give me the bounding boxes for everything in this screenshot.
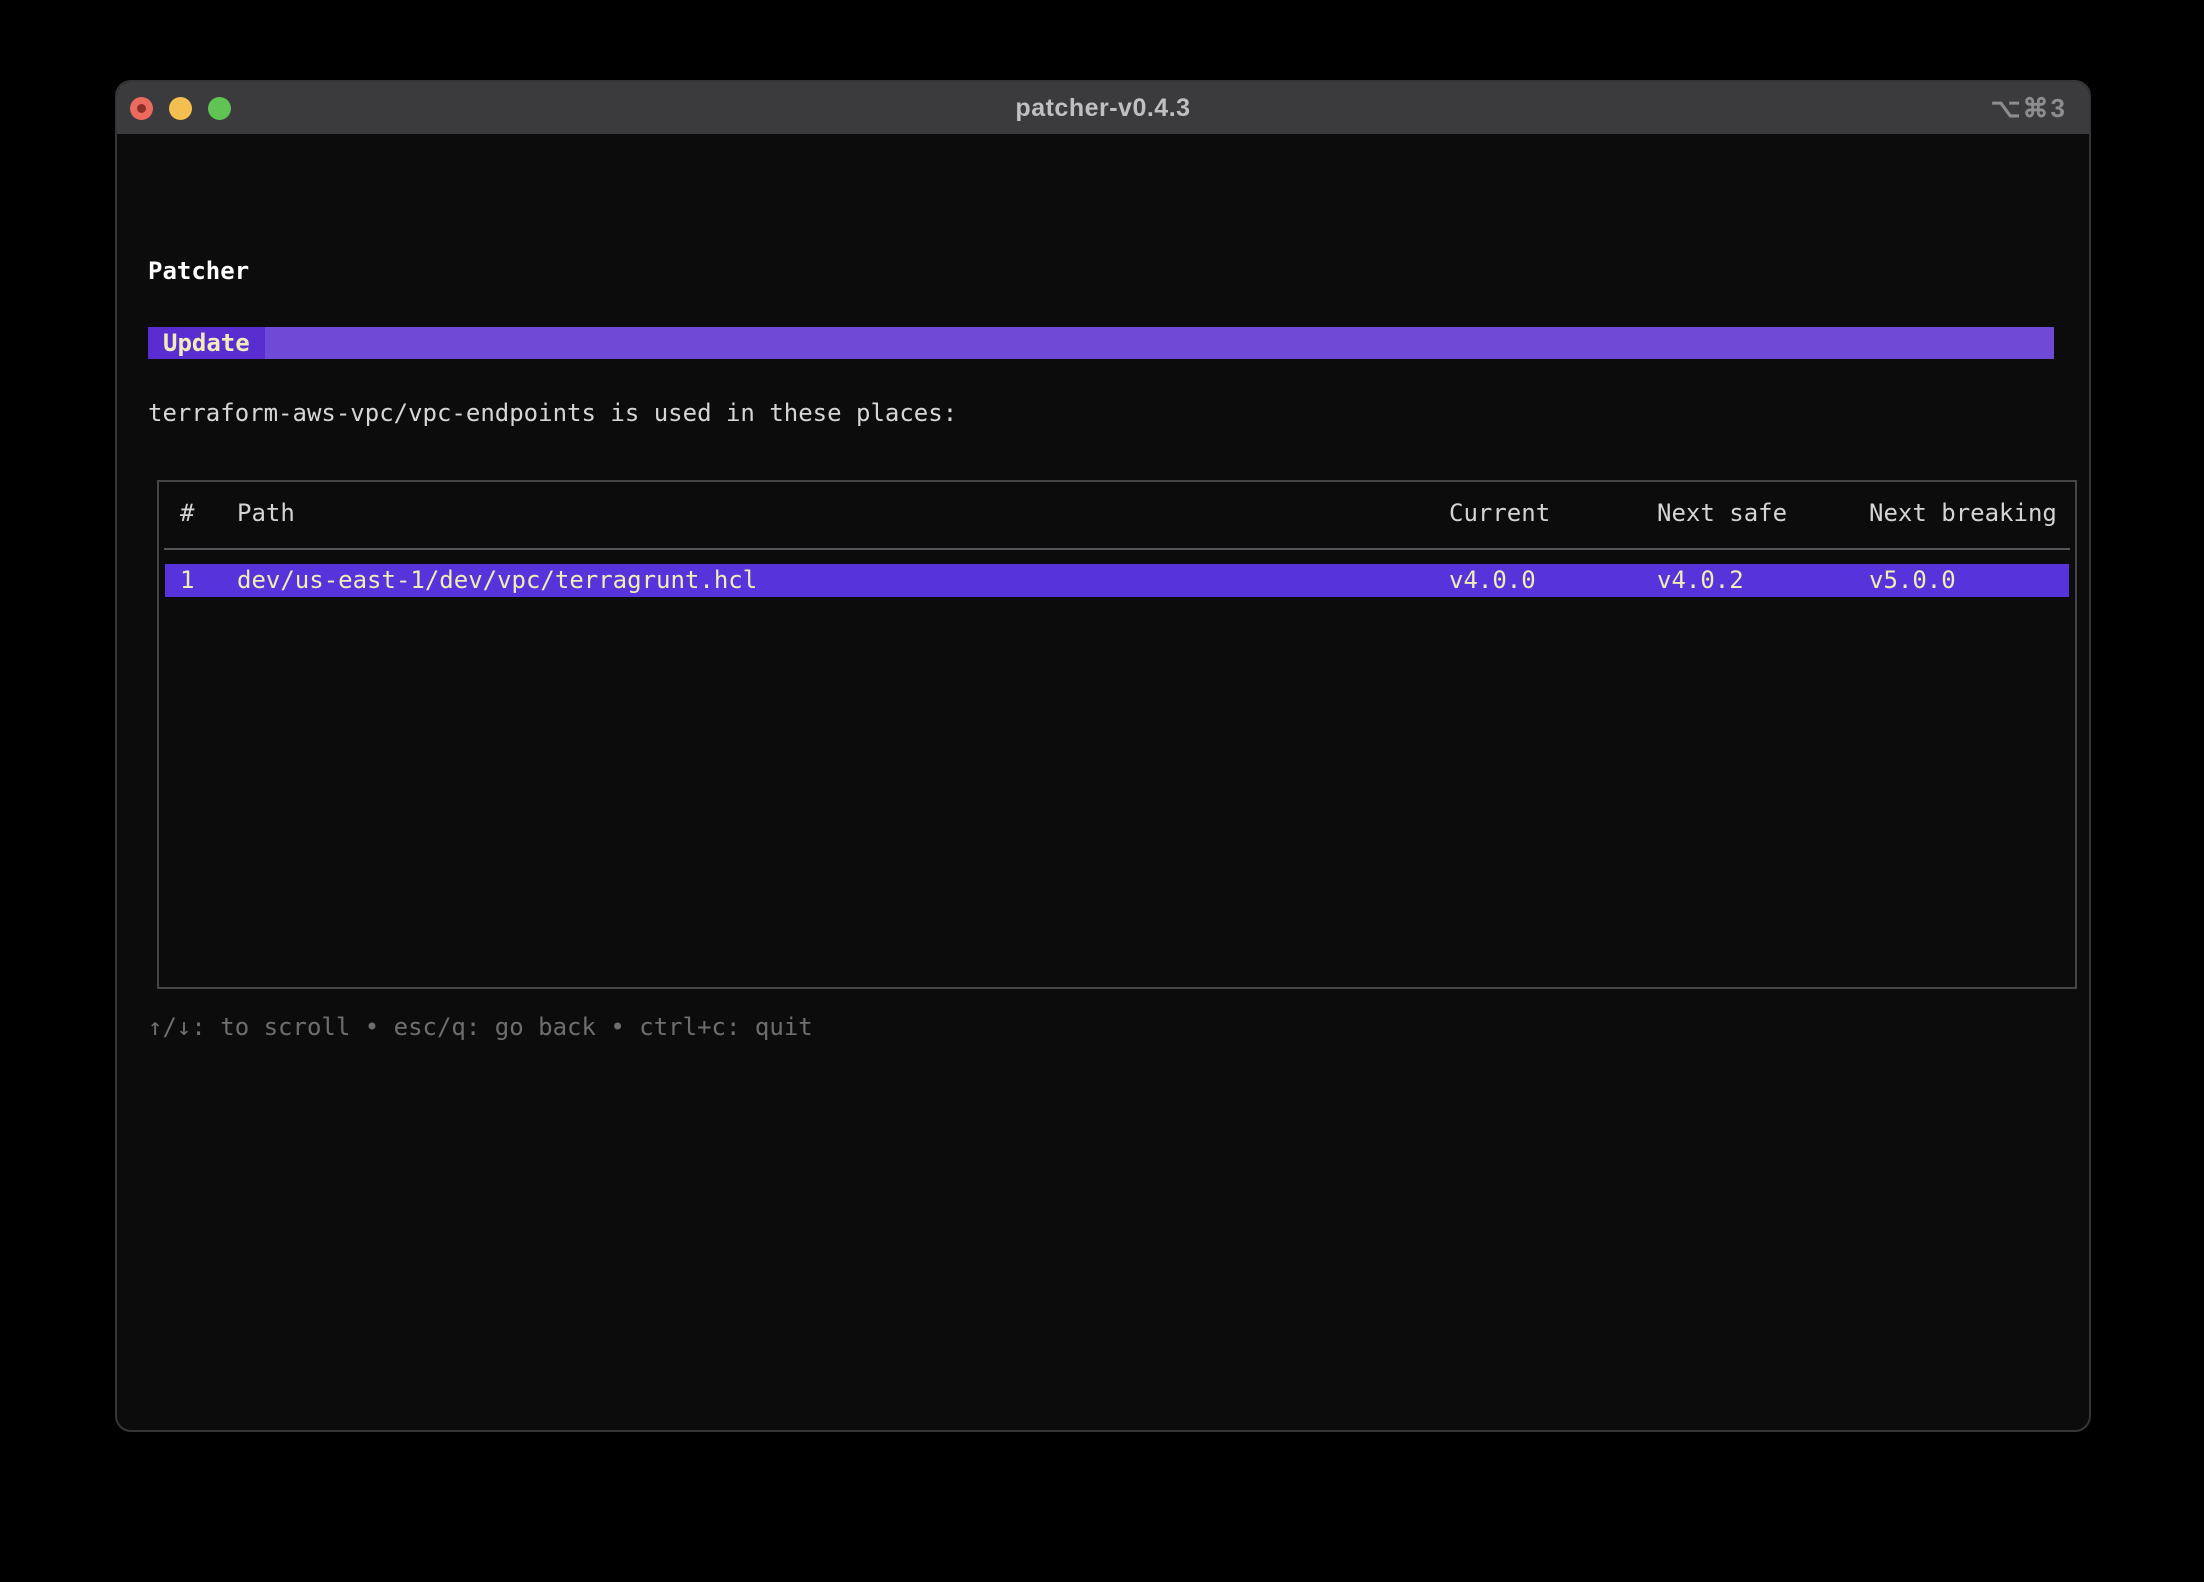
- row-path: dev/us-east-1/dev/vpc/terragrunt.hcl: [237, 564, 1449, 597]
- app-window: patcher-v0.4.3 ⌥⌘3 Patcher Update terraf…: [115, 80, 2091, 1432]
- row-num: 1: [180, 564, 237, 597]
- places-table: # Path Current Next safe Next breaking 1…: [157, 480, 2077, 989]
- column-header-num: #: [180, 497, 237, 529]
- row-next-breaking-version: v5.0.0: [1869, 564, 2059, 597]
- title-bar: patcher-v0.4.3 ⌥⌘3: [117, 82, 2089, 134]
- page-title: Patcher: [148, 255, 249, 287]
- keybinding-help: ↑/↓: to scroll • esc/q: go back • ctrl+c…: [148, 1011, 813, 1043]
- close-button[interactable]: [130, 97, 153, 120]
- column-header-current: Current: [1449, 497, 1657, 529]
- row-next-safe-version: v4.0.2: [1657, 564, 1869, 597]
- zoom-button[interactable]: [208, 97, 231, 120]
- usage-info-text: terraform-aws-vpc/vpc-endpoints is used …: [148, 397, 957, 429]
- header-divider: [164, 548, 2070, 550]
- terminal-content: Patcher Update terraform-aws-vpc/vpc-end…: [117, 134, 2089, 1432]
- column-header-next-safe: Next safe: [1657, 497, 1869, 529]
- table-header: # Path Current Next safe Next breaking: [159, 497, 2075, 529]
- tab-update[interactable]: Update: [148, 327, 265, 359]
- window-title: patcher-v0.4.3: [1015, 94, 1190, 123]
- row-current-version: v4.0.0: [1449, 564, 1657, 597]
- tab-bar: Update: [148, 327, 2054, 359]
- window-shortcut-badge: ⌥⌘3: [1991, 82, 2067, 134]
- column-header-path: Path: [237, 497, 1449, 529]
- minimize-button[interactable]: [169, 97, 192, 120]
- table-row[interactable]: 1 dev/us-east-1/dev/vpc/terragrunt.hcl v…: [159, 564, 2075, 597]
- traffic-lights: [130, 82, 231, 134]
- column-header-next-breaking: Next breaking: [1869, 497, 2059, 529]
